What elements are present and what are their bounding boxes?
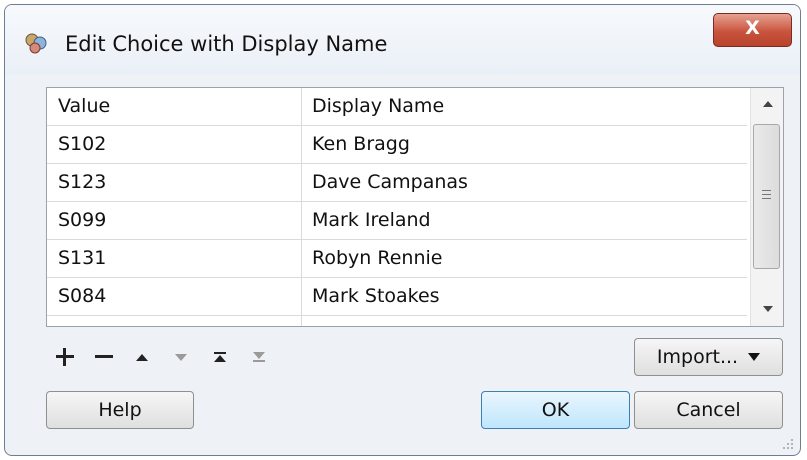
dialog-window: Edit Choice with Display Name X Value Di… bbox=[4, 4, 801, 456]
grip-line bbox=[762, 190, 771, 191]
resize-grip-icon[interactable] bbox=[780, 436, 794, 450]
cell-display-name[interactable]: Dave Campanas bbox=[312, 164, 742, 201]
app-icon bbox=[25, 33, 47, 54]
cell-value[interactable]: S123 bbox=[58, 164, 298, 201]
choices-table[interactable]: Value Display Name S102 Ken Bragg S123 D… bbox=[46, 87, 784, 327]
scroll-up-icon[interactable] bbox=[763, 101, 773, 107]
title-bar: Edit Choice with Display Name X bbox=[5, 5, 800, 75]
cell-value[interactable]: S099 bbox=[58, 202, 298, 239]
window-title: Edit Choice with Display Name bbox=[65, 32, 388, 56]
import-label: Import... bbox=[656, 346, 739, 368]
move-top-icon[interactable] bbox=[206, 343, 234, 371]
minus-icon[interactable] bbox=[90, 343, 118, 371]
table-row[interactable]: S123 Dave Campanas bbox=[47, 164, 747, 202]
chevron-down-icon bbox=[748, 353, 761, 361]
close-button[interactable]: X bbox=[713, 13, 792, 47]
cell-display-name[interactable]: Mark Stoakes bbox=[312, 278, 742, 315]
move-up-icon[interactable] bbox=[128, 343, 156, 371]
cancel-button[interactable]: Cancel bbox=[634, 391, 783, 429]
cell-display-name[interactable]: Robyn Rennie bbox=[312, 240, 742, 277]
cell-display-name[interactable]: Ken Bragg bbox=[312, 126, 742, 163]
cell-value[interactable]: S102 bbox=[58, 126, 298, 163]
grip-line bbox=[762, 198, 771, 199]
table-header: Value Display Name bbox=[47, 88, 747, 126]
header-value[interactable]: Value bbox=[58, 88, 298, 125]
help-button[interactable]: Help bbox=[46, 391, 194, 429]
import-dropdown-button[interactable]: Import... bbox=[634, 338, 783, 376]
cell-value[interactable]: S131 bbox=[58, 240, 298, 277]
scroll-down-icon[interactable] bbox=[763, 306, 773, 312]
table-row[interactable]: S102 Ken Bragg bbox=[47, 126, 747, 164]
ok-button[interactable]: OK bbox=[481, 391, 630, 429]
table-row[interactable]: S099 Mark Ireland bbox=[47, 202, 747, 240]
cell-display-name[interactable]: Mark Ireland bbox=[312, 202, 742, 239]
move-down-icon[interactable] bbox=[167, 343, 195, 371]
scroll-thumb[interactable] bbox=[753, 124, 780, 269]
move-bottom-icon[interactable] bbox=[245, 343, 273, 371]
header-display-name[interactable]: Display Name bbox=[312, 88, 742, 125]
close-icon: X bbox=[745, 17, 760, 39]
vertical-scrollbar[interactable] bbox=[750, 88, 783, 326]
plus-icon[interactable] bbox=[51, 343, 79, 371]
grip-line bbox=[762, 194, 771, 195]
cell-value[interactable]: S084 bbox=[58, 278, 298, 315]
table-row[interactable]: S131 Robyn Rennie bbox=[47, 240, 747, 278]
table-row[interactable]: S084 Mark Stoakes bbox=[47, 278, 747, 316]
